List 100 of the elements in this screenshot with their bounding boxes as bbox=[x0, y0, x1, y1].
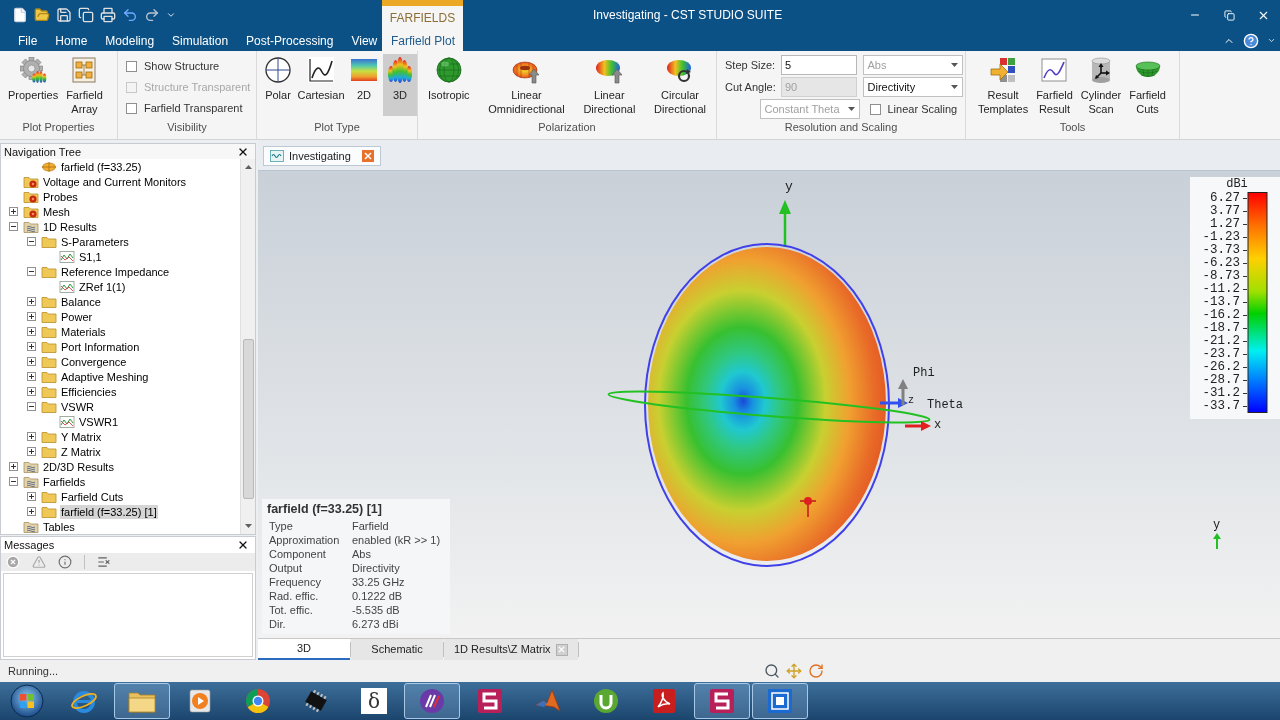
tree-item[interactable]: Z Matrix bbox=[60, 444, 102, 459]
tree-item[interactable]: Farfields bbox=[42, 474, 87, 489]
taskbar-button[interactable] bbox=[404, 683, 460, 719]
tree-item[interactable]: Tables bbox=[42, 519, 76, 534]
printer-icon[interactable] bbox=[100, 7, 116, 23]
ribbon-button[interactable]: Polar bbox=[261, 54, 295, 116]
ribbon-button[interactable]: Properties bbox=[6, 54, 61, 116]
taskbar-button[interactable] bbox=[114, 683, 170, 719]
ribbon-tab[interactable]: Simulation bbox=[163, 30, 238, 51]
ribbon-button[interactable]: Isotropic bbox=[426, 54, 472, 116]
tree-toggle[interactable] bbox=[9, 222, 18, 231]
bottom-tab[interactable]: 1D Results\Z Matrix bbox=[444, 639, 578, 660]
tree-toggle[interactable] bbox=[27, 372, 36, 381]
start-orb-icon[interactable] bbox=[10, 684, 44, 718]
input-field[interactable]: 5 bbox=[781, 55, 857, 75]
tree-item[interactable]: Adaptive Meshing bbox=[60, 369, 150, 384]
checkbox[interactable] bbox=[869, 103, 881, 115]
group-label: Polarization bbox=[538, 120, 596, 135]
tree-item[interactable]: 1D Results bbox=[42, 219, 98, 234]
tree-item[interactable]: farfield (f=33.25) [1] bbox=[60, 504, 158, 519]
folder-icon[interactable] bbox=[34, 7, 50, 23]
scrollbar-thumb[interactable] bbox=[242, 339, 254, 499]
ribbon-tab[interactable]: File bbox=[9, 30, 47, 51]
taskbar-button[interactable] bbox=[752, 683, 808, 719]
checkbox[interactable] bbox=[126, 61, 137, 72]
ribbon-button[interactable]: Linear Omnidirectional bbox=[486, 54, 567, 116]
tree-item[interactable]: Port Information bbox=[60, 339, 141, 354]
ribbon-button[interactable]: Cartesian bbox=[297, 54, 345, 116]
save-icon[interactable] bbox=[56, 7, 72, 23]
rotate-icon[interactable] bbox=[808, 663, 824, 679]
tree-item[interactable]: Materials bbox=[60, 324, 107, 339]
ribbon-button[interactable]: Circular Directional bbox=[652, 54, 708, 116]
tree-item[interactable]: Voltage and Current Monitors bbox=[42, 174, 188, 189]
scroll-down-icon[interactable] bbox=[244, 524, 252, 528]
document-tab[interactable]: Investigating bbox=[263, 146, 381, 166]
tree-toggle[interactable] bbox=[9, 207, 18, 216]
tree-item[interactable]: Y Matrix bbox=[60, 429, 103, 444]
ribbon-button[interactable]: Farfield Result bbox=[1034, 54, 1075, 116]
copy-icon[interactable] bbox=[78, 7, 94, 23]
tree-toggle[interactable] bbox=[27, 447, 36, 456]
tree-item[interactable]: VSWR bbox=[60, 399, 95, 414]
ribbon-tab[interactable]: Home bbox=[46, 30, 97, 51]
tree-item[interactable]: VSWR1 bbox=[78, 414, 120, 429]
caret-icon[interactable] bbox=[166, 10, 176, 20]
tree-item[interactable]: 2D/3D Results bbox=[42, 459, 115, 474]
tree-item[interactable]: Balance bbox=[60, 294, 102, 309]
tree-item[interactable]: Probes bbox=[42, 189, 79, 204]
tree-toggle[interactable] bbox=[27, 492, 36, 501]
tree-toggle[interactable] bbox=[27, 297, 36, 306]
tree-item[interactable]: farfield (f=33.25) bbox=[60, 159, 143, 174]
taskbar-button[interactable] bbox=[694, 683, 750, 719]
tree-item[interactable]: Farfield Cuts bbox=[60, 489, 125, 504]
ribbon-button[interactable]: 2D bbox=[347, 54, 381, 116]
scroll-up-icon[interactable] bbox=[244, 165, 252, 169]
tree-item[interactable]: Power bbox=[60, 309, 94, 324]
caret-icon[interactable] bbox=[1267, 36, 1276, 45]
tree-toggle[interactable] bbox=[27, 402, 36, 411]
caret-icon bbox=[950, 63, 958, 67]
ribbon-tab[interactable]: Farfield Plot bbox=[382, 30, 463, 51]
tree-item[interactable]: Mesh bbox=[42, 204, 71, 219]
tree-toggle[interactable] bbox=[9, 477, 18, 486]
ribbon-tab[interactable]: Post-Processing bbox=[237, 30, 343, 51]
tree-item[interactable]: S-Parameters bbox=[60, 234, 130, 249]
tree-item[interactable]: Convergence bbox=[60, 354, 128, 369]
bottom-tab[interactable]: 3D bbox=[258, 639, 350, 660]
tree-item[interactable]: ZRef 1(1) bbox=[78, 279, 127, 294]
redo-icon[interactable] bbox=[144, 7, 160, 23]
restore-icon[interactable] bbox=[1223, 9, 1235, 21]
bottom-tab[interactable]: Schematic bbox=[351, 639, 443, 660]
page-icon[interactable] bbox=[12, 7, 28, 23]
undo-icon[interactable] bbox=[122, 7, 138, 23]
ribbon-button[interactable]: 3D bbox=[383, 54, 417, 116]
ribbon-button[interactable]: Linear Directional bbox=[581, 54, 638, 116]
tree-toggle[interactable] bbox=[27, 342, 36, 351]
ribbon-button[interactable]: Farfield Array bbox=[64, 54, 105, 116]
tree-item[interactable]: Reference Impedance bbox=[60, 264, 171, 279]
tree-toggle[interactable] bbox=[9, 462, 18, 471]
tree-toggle[interactable] bbox=[27, 267, 36, 276]
tree-toggle[interactable] bbox=[27, 507, 36, 516]
checkbox[interactable] bbox=[126, 103, 137, 114]
ribbon-button[interactable]: Cylinder Scan bbox=[1078, 54, 1124, 116]
close-icon[interactable] bbox=[237, 539, 249, 551]
tree-toggle[interactable] bbox=[27, 357, 36, 366]
info-value: enabled (kR >> 1) bbox=[352, 533, 441, 547]
taskbar-button[interactable]: δ bbox=[346, 683, 402, 719]
info-icon[interactable] bbox=[58, 555, 72, 569]
ribbon-button[interactable]: Result Templates bbox=[976, 54, 1031, 116]
clear-list-icon[interactable] bbox=[97, 555, 111, 569]
ribbon-tab[interactable]: Modeling bbox=[96, 30, 164, 51]
tree-toggle[interactable] bbox=[27, 237, 36, 246]
tree-toggle[interactable] bbox=[27, 312, 36, 321]
ribbon-button[interactable]: Farfield Cuts bbox=[1127, 54, 1168, 116]
tree-item[interactable]: S1,1 bbox=[78, 249, 103, 264]
tree-toggle[interactable] bbox=[27, 432, 36, 441]
search-icon[interactable] bbox=[764, 663, 780, 679]
tree-toggle[interactable] bbox=[27, 327, 36, 336]
tree-item[interactable]: Efficiencies bbox=[60, 384, 118, 399]
tree-toggle[interactable] bbox=[27, 387, 36, 396]
help-icon[interactable] bbox=[1243, 32, 1259, 49]
dropdown[interactable]: Directivity bbox=[862, 77, 963, 97]
